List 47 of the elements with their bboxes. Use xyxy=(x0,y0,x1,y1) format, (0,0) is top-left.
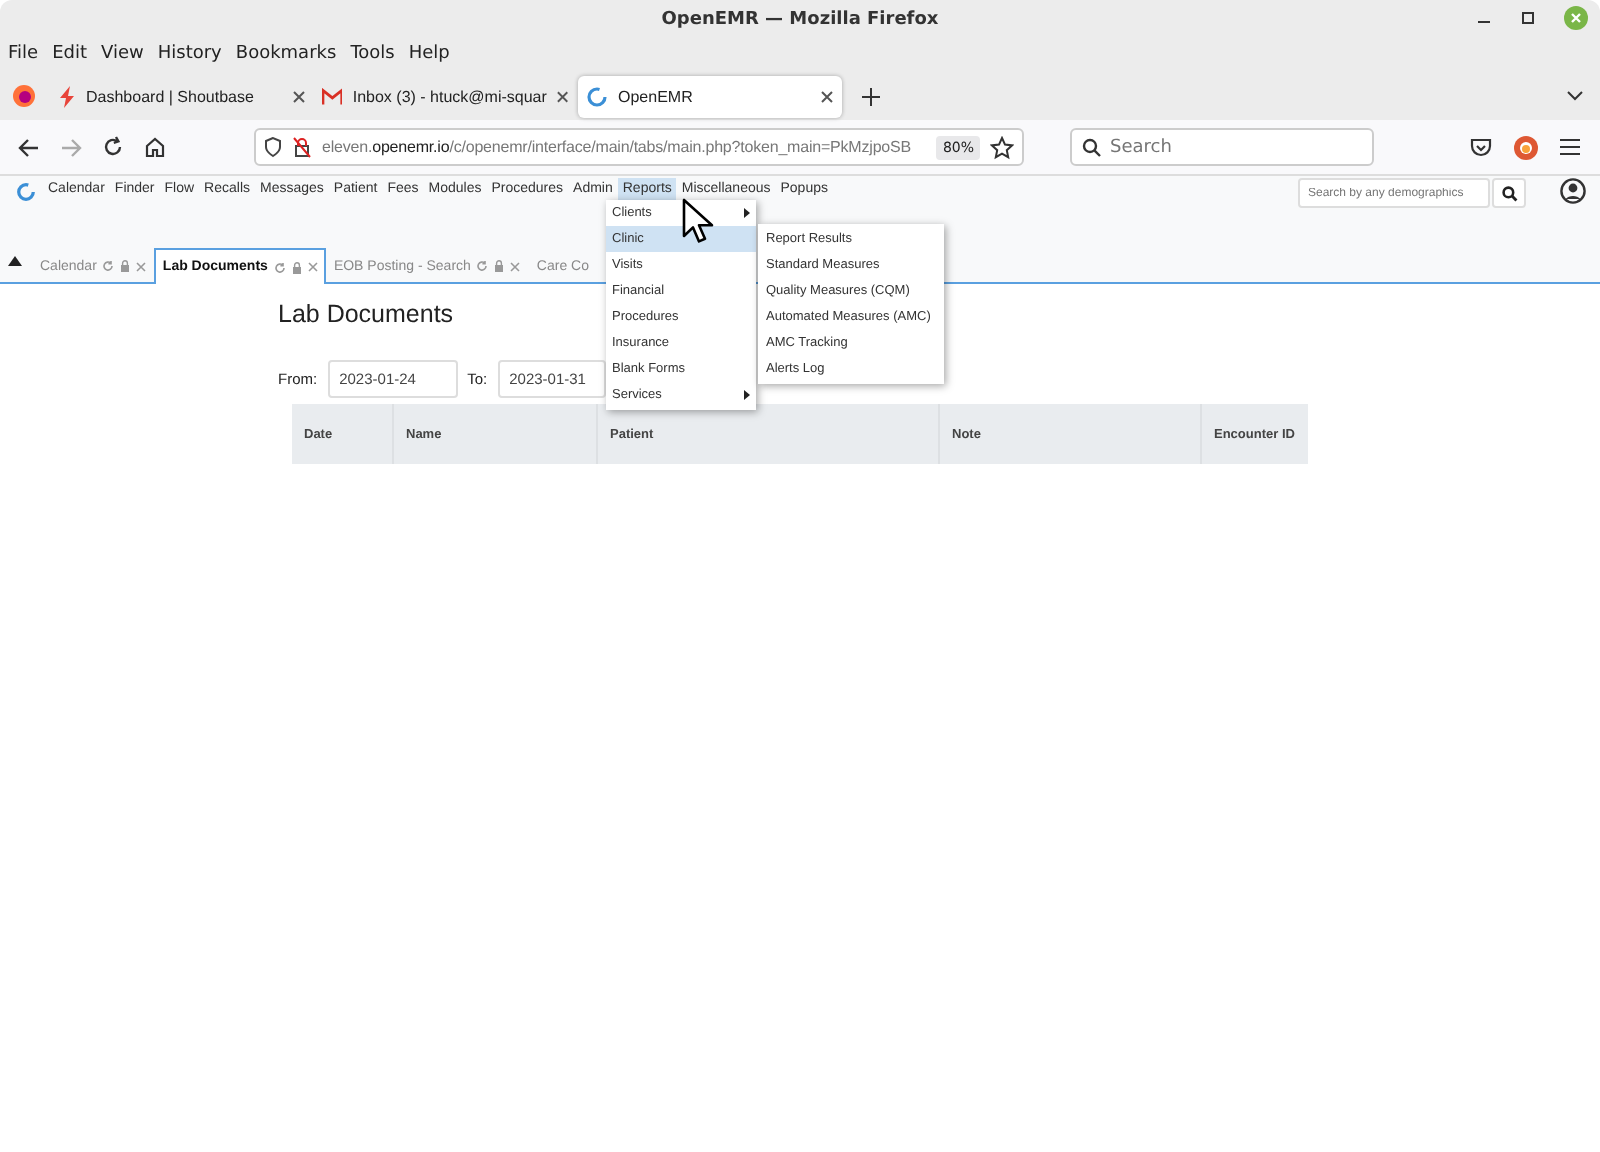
extension-icon[interactable] xyxy=(1514,135,1538,159)
menu-icon[interactable] xyxy=(1560,138,1580,156)
close-tab-icon[interactable] xyxy=(820,89,834,103)
browser-tab[interactable]: Dashboard | Shoutbase xyxy=(50,75,314,117)
menu-item[interactable]: Edit xyxy=(52,44,87,64)
menu-item[interactable]: Tools xyxy=(350,44,395,64)
mail-icon xyxy=(322,87,343,105)
refresh-icon[interactable] xyxy=(273,261,286,273)
page-heading: Lab Documents xyxy=(278,300,454,328)
back-icon[interactable] xyxy=(18,137,40,157)
collapse-triangle-icon[interactable] xyxy=(8,256,22,266)
refresh-icon[interactable] xyxy=(102,260,115,272)
user-avatar-icon[interactable] xyxy=(1560,178,1586,204)
reload-icon[interactable] xyxy=(102,136,124,158)
browser-tab[interactable]: OpenEMR xyxy=(578,75,842,117)
ring-logo-icon xyxy=(586,85,608,107)
menu-item[interactable]: Bookmarks xyxy=(235,44,337,64)
lock-icon[interactable] xyxy=(494,260,505,272)
menu-item[interactable]: Help xyxy=(408,44,450,64)
bolt-icon xyxy=(58,85,76,107)
insecure-lock-icon xyxy=(292,136,312,158)
menu-item[interactable]: History xyxy=(157,44,222,64)
search-icon xyxy=(1082,137,1102,157)
refresh-icon[interactable] xyxy=(476,260,489,272)
chevron-down-icon[interactable] xyxy=(1566,90,1584,102)
url-text: eleven.openemr.io/c/openemr/interface/main/tabs/main.php?token_main=PkMzjpoSB xyxy=(322,138,913,156)
submenu-caret-icon xyxy=(744,208,750,218)
submenu-caret-icon xyxy=(744,390,750,400)
search-button[interactable] xyxy=(1492,178,1526,208)
shield-icon xyxy=(264,136,282,158)
home-icon[interactable] xyxy=(144,136,166,158)
firefox-icon[interactable] xyxy=(12,84,36,108)
search-icon xyxy=(1501,185,1517,201)
search-field[interactable]: Search xyxy=(1070,128,1374,166)
pocket-icon[interactable] xyxy=(1470,137,1492,157)
menu-item[interactable]: File xyxy=(8,44,39,64)
lock-icon[interactable] xyxy=(120,260,131,272)
window-title: OpenEMR — Mozilla Firefox xyxy=(661,10,939,30)
close-tab-icon[interactable] xyxy=(556,89,570,103)
close-tab-icon[interactable] xyxy=(292,89,306,103)
menu-item[interactable]: View xyxy=(101,44,144,64)
ring-logo-icon[interactable] xyxy=(16,182,36,202)
browser-tab[interactable]: Inbox (3) - htuck@mi-squar xyxy=(314,75,578,117)
maximize-icon[interactable] xyxy=(1520,10,1536,26)
lock-icon[interactable] xyxy=(291,261,302,273)
new-tab-icon[interactable] xyxy=(862,87,880,105)
star-icon[interactable] xyxy=(990,135,1014,159)
